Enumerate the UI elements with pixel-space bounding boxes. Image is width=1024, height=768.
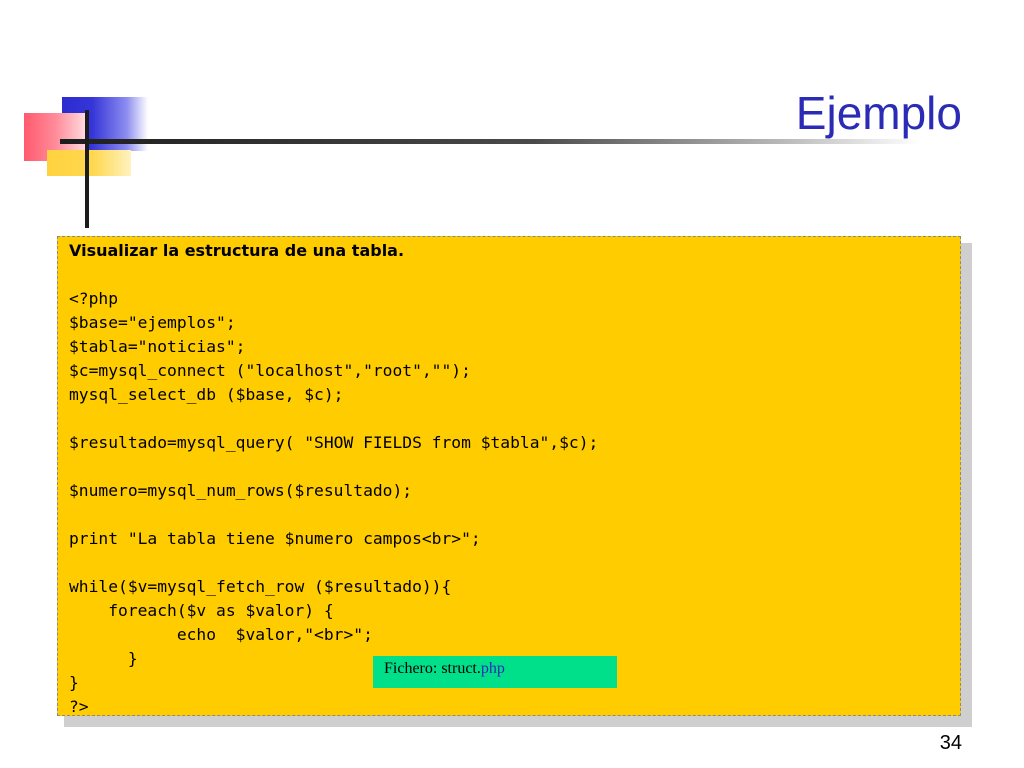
- code-line: }: [69, 673, 79, 692]
- code-line: echo $valor,"<br>";: [69, 625, 373, 644]
- file-name-label: Fichero: struct.php: [373, 656, 617, 688]
- code-line: $resultado=mysql_query( "SHOW FIELDS fro…: [69, 433, 599, 452]
- slide-title: Ejemplo: [795, 87, 962, 139]
- code-line: $tabla="noticias";: [69, 337, 246, 356]
- page-number: 34: [939, 732, 962, 754]
- code-panel-heading: Visualizar la estructura de una tabla.: [69, 241, 405, 260]
- code-panel: Visualizar la estructura de una tabla. <…: [57, 236, 961, 716]
- code-line: $numero=mysql_num_rows($resultado);: [69, 481, 413, 500]
- code-line: foreach($v as $valor) {: [69, 601, 334, 620]
- code-line: while($v=mysql_fetch_row ($resultado)){: [69, 577, 452, 596]
- decor-yellow-bar: [47, 150, 131, 176]
- code-line: mysql_select_db ($base, $c);: [69, 385, 344, 404]
- code-line: $base="ejemplos";: [69, 313, 236, 332]
- code-line: print "La tabla tiene $numero campos<br>…: [69, 529, 481, 548]
- code-line: <?php: [69, 289, 119, 308]
- decor-vertical-line: [85, 110, 89, 228]
- title-underline: [60, 139, 920, 144]
- file-name-extension: php: [480, 660, 505, 677]
- php-code-block: <?php $base="ejemplos"; $tabla="noticias…: [69, 287, 598, 719]
- code-line: ?>: [69, 697, 89, 716]
- code-line: $c=mysql_connect ("localhost","root","")…: [69, 361, 471, 380]
- code-line: }: [69, 649, 138, 668]
- file-name-prefix: Fichero: struct.: [384, 660, 481, 677]
